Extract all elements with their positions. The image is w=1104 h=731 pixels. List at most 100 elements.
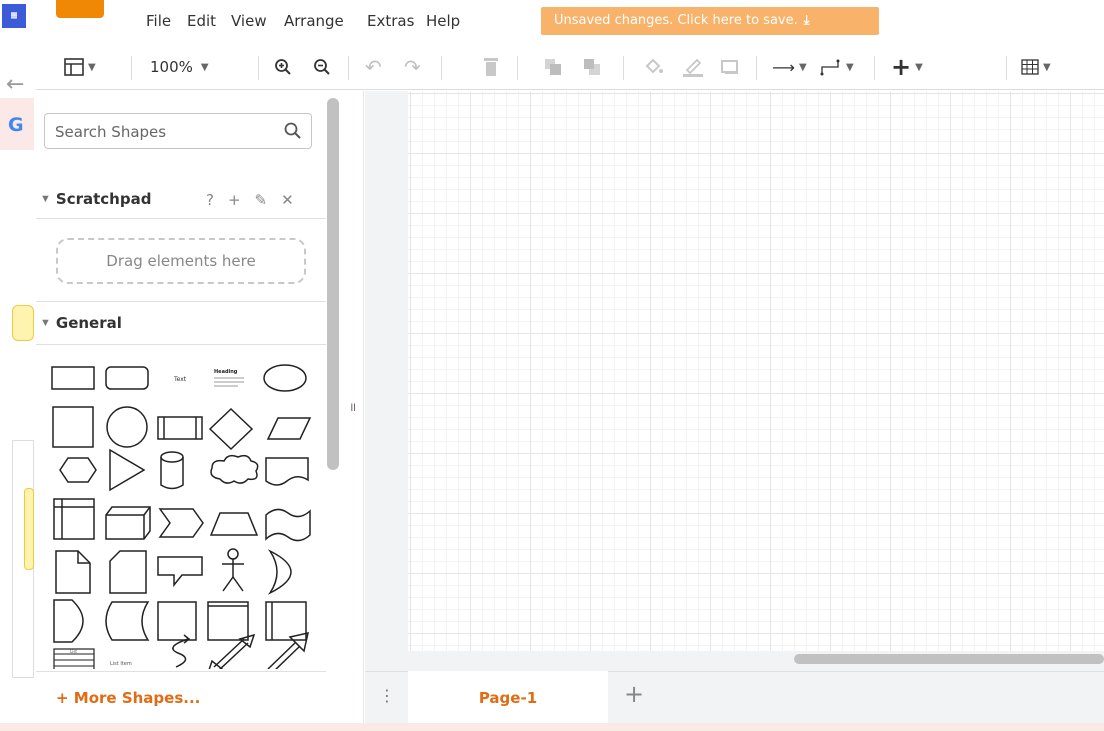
shape-actor[interactable] [222,548,244,592]
pages-menu-icon[interactable]: ⋮ [379,686,395,705]
zoom-out-button[interactable] [313,44,331,90]
shape-card[interactable] [109,550,147,594]
to-back-icon [584,59,600,75]
shape-step[interactable] [158,508,204,538]
tab-page-1[interactable]: Page-1 [408,671,608,724]
delete-button[interactable] [483,44,499,90]
to-back-button[interactable] [582,44,602,90]
canvas-grid-page[interactable] [408,91,1104,651]
sidebar-scrollbar[interactable] [327,98,339,470]
table-dropdown[interactable]: ▼ [1021,44,1051,90]
close-icon[interactable]: ✕ [281,191,294,209]
shape-square[interactable] [52,406,94,448]
shape-circle[interactable] [106,406,148,448]
shape-hexagon[interactable] [59,457,97,483]
diagram-canvas[interactable] [365,91,1104,671]
browser-back-icon[interactable]: ← [6,72,24,97]
menu-extras[interactable]: Extras [367,12,414,30]
download-icon: ⤓ [803,13,810,28]
app-logo [56,0,104,18]
menu-arrange[interactable]: Arrange [284,12,344,30]
drop-hint: Drag elements here [106,252,256,270]
shape-cube[interactable] [105,506,151,540]
shape-list-label: List [70,649,77,654]
redo-button[interactable]: ↷ [404,44,421,90]
undo-button[interactable]: ↶ [365,44,382,90]
scratchpad-header[interactable]: ▼ Scratchpad ? + ✎ ✕ [36,179,326,219]
shape-rhombus[interactable] [208,407,254,451]
shape-cylinder[interactable] [160,451,184,490]
scratchpad-drop-zone[interactable]: Drag elements here [56,238,306,284]
horizontal-scrollbar[interactable] [794,654,1104,664]
collapse-triangle-icon: ▼ [40,317,51,329]
add-icon[interactable]: + [228,191,241,209]
search-icon[interactable] [283,121,303,141]
zoom-in-button[interactable] [274,44,292,90]
shape-heading-label[interactable]: Heading [214,369,238,375]
shape-or[interactable] [267,549,292,595]
menu-file[interactable]: File [146,12,171,30]
chevron-down-icon: ▼ [846,61,854,73]
connection-icon: ⟶ [772,57,795,77]
insert-dropdown[interactable]: + ▼ [891,44,923,90]
to-front-button[interactable] [543,44,563,90]
waypoints-dropdown[interactable]: ▼ [820,44,854,90]
shape-heading-body [214,377,244,387]
shape-parallelogram[interactable] [266,417,312,440]
background-card-highlight [24,488,34,570]
page-tab-bar: ⋮ Page-1 + [365,671,1104,724]
connection-style-dropdown[interactable]: ⟶ ▼ [772,44,807,90]
general-header[interactable]: ▼ General [36,301,326,345]
format-panel-button[interactable]: ▼ [64,44,96,90]
shape-tape[interactable] [265,508,311,542]
menu-edit[interactable]: Edit [187,12,216,30]
shape-data-storage[interactable] [105,601,150,641]
shape-delay[interactable] [53,599,84,643]
more-shapes-label: + More Shapes... [56,688,201,707]
add-page-icon[interactable]: + [624,680,644,708]
help-icon[interactable]: ? [206,191,214,209]
shape-arrow[interactable] [267,632,309,669]
zoom-out-icon [314,59,330,75]
table-icon [1021,59,1039,75]
toolbar: ▼ 100% ▼ ↶ ↷ ⟶ ▼ ▼ + ▼ ▼ [36,44,1104,90]
chevron-down-icon: ▼ [1043,61,1051,73]
shape-document[interactable] [265,457,309,486]
zoom-dropdown[interactable]: 100% ▼ [150,44,209,90]
line-color-icon [683,58,703,77]
shape-ellipse[interactable] [263,364,307,392]
shape-curve[interactable] [172,638,189,668]
shape-rectangle[interactable] [51,366,95,390]
shape-rounded-rectangle[interactable] [105,366,149,390]
shape-list-item-label[interactable]: List Item [110,661,132,667]
shadow-button[interactable] [720,44,740,90]
background-button [12,305,34,341]
search-shapes-input[interactable] [55,122,275,142]
shape-text-label[interactable]: Text [173,376,187,383]
format-panel-icon [64,58,84,76]
shape-callout[interactable] [157,556,203,588]
chevron-down-icon: ▼ [200,61,209,73]
shape-note[interactable] [55,550,91,594]
shape-triangle[interactable] [109,448,146,492]
menu-view[interactable]: View [231,12,267,30]
edit-icon[interactable]: ✎ [255,191,268,209]
shape-container[interactable] [157,601,197,641]
shape-internal-storage[interactable] [53,498,95,540]
insert-icon: + [891,53,912,81]
google-icon: G [8,114,24,136]
browser-bottom-strip [0,723,1104,731]
shape-trapezoid[interactable] [209,512,259,536]
more-shapes-button[interactable]: + More Shapes... [36,671,326,723]
unsaved-changes-banner[interactable]: Unsaved changes. Click here to save. ⤓ [541,7,879,35]
chevron-down-icon: ▼ [915,61,923,73]
shape-cloud[interactable] [210,454,259,484]
menu-help[interactable]: Help [426,12,460,30]
chevron-down-icon: ▼ [88,61,96,73]
fill-color-icon [645,58,663,74]
delete-icon [484,58,498,76]
line-color-button[interactable] [682,44,704,90]
sidebar-splitter[interactable]: ॥ [339,91,364,723]
shape-swimlane[interactable] [207,601,249,641]
fill-color-button[interactable] [643,44,665,90]
